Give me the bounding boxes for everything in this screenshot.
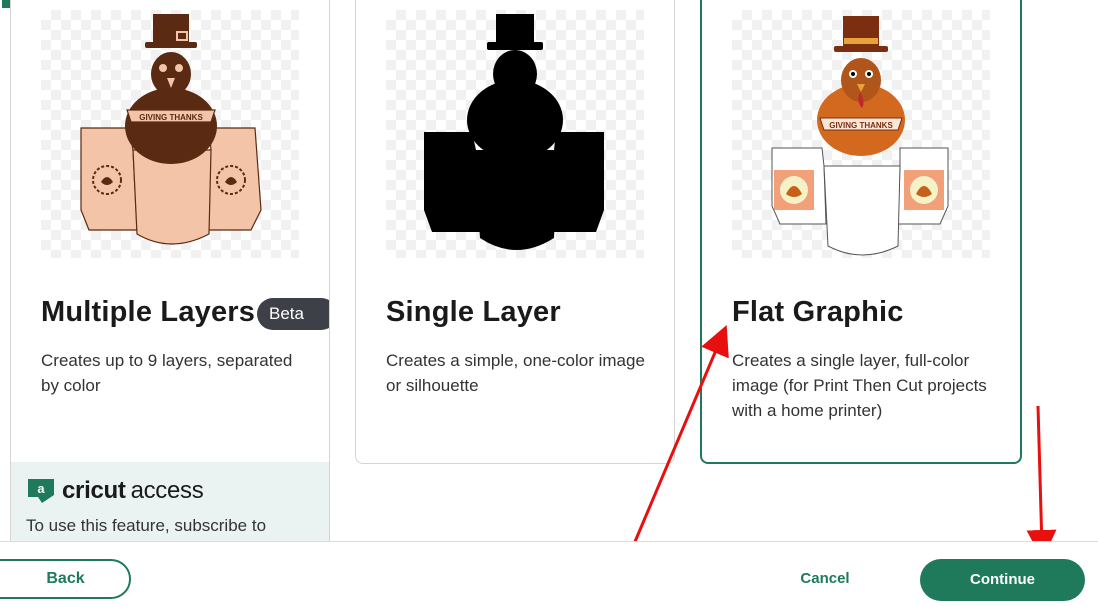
turkey-flat-icon: GIVING THANKS	[771, 16, 949, 256]
card-description: Creates a simple, one-color image or sil…	[386, 351, 645, 395]
single-layer-preview	[386, 10, 644, 258]
card-description: Creates a single layer, full-color image…	[732, 351, 987, 420]
dialog-footer: Back Cancel Continue	[0, 541, 1098, 607]
card-title: Single Layer	[386, 296, 561, 328]
back-button[interactable]: Back	[0, 559, 131, 599]
turkey-layers-icon: GIVING THANKS	[80, 14, 262, 245]
option-card-flat-graphic[interactable]: GIVING THANKS Flat Graphic Creates a sin…	[700, 0, 1022, 464]
continue-button[interactable]: Continue	[920, 559, 1085, 601]
cricut-access-panel: a cricut access To use this feature, sub…	[11, 462, 329, 543]
multiple-layers-preview: GIVING THANKS	[41, 10, 299, 258]
beta-badge: Beta	[257, 298, 329, 330]
turkey-silhouette-icon	[424, 14, 604, 250]
card-title: Flat Graphic	[732, 296, 904, 328]
svg-text:a: a	[37, 481, 45, 496]
access-brand-bold: cricut	[62, 477, 126, 504]
access-brand-light: access	[130, 477, 204, 504]
option-card-single-layer[interactable]: Single Layer Creates a simple, one-color…	[355, 0, 675, 464]
banner-text: GIVING THANKS	[139, 113, 203, 122]
cricut-access-logo: a cricut access	[26, 476, 204, 506]
access-subscribe-text: To use this feature, subscribe to	[26, 516, 267, 535]
annotation-arrow	[1026, 405, 1057, 560]
option-card-multiple-layers[interactable]: GIVING THANKS Multiple Layers Beta Creat…	[10, 0, 330, 544]
cricut-access-icon: a	[28, 479, 54, 503]
card-title: Multiple Layers	[41, 296, 256, 328]
banner-text: GIVING THANKS	[829, 121, 893, 130]
flat-graphic-preview: GIVING THANKS	[732, 10, 990, 258]
card-description: Creates up to 9 layers, separated by col…	[41, 351, 293, 395]
cancel-button[interactable]: Cancel	[780, 559, 870, 599]
